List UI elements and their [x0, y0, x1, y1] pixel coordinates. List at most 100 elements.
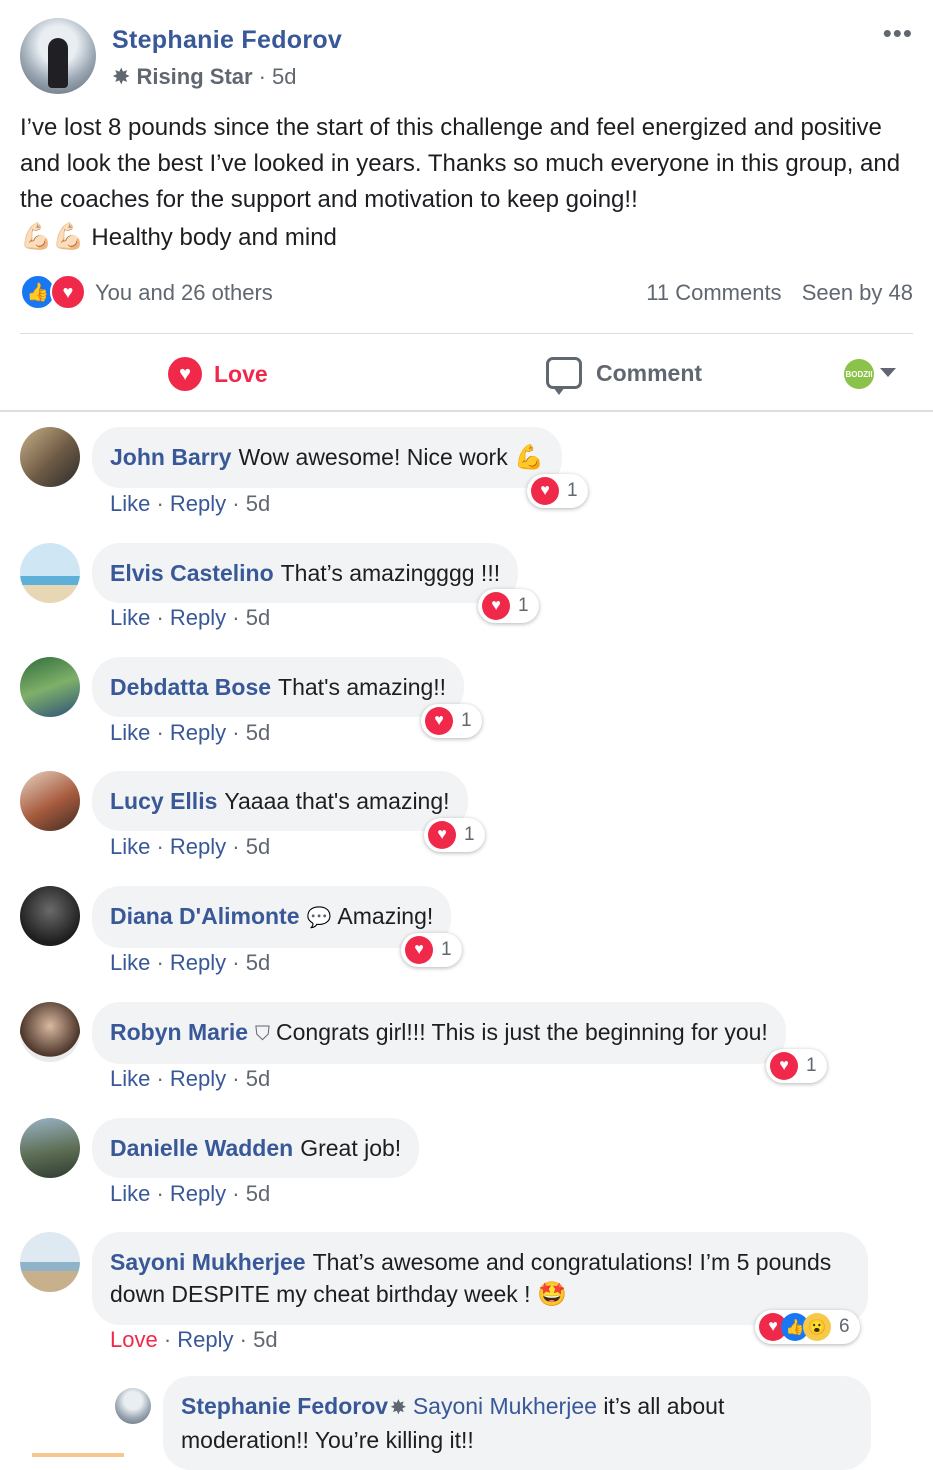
commenter-name[interactable]: Lucy Ellis: [110, 788, 217, 814]
wow-reaction-icon: 😮: [803, 1313, 831, 1341]
commenter-avatar[interactable]: [20, 427, 80, 487]
commenter-name[interactable]: John Barry: [110, 444, 231, 470]
comment-reactions[interactable]: ♥ 1: [527, 474, 588, 508]
comment-time[interactable]: 5d: [246, 950, 270, 975]
like-link[interactable]: Like: [110, 834, 150, 859]
comment-meta: Love · Reply · 5d: [110, 1327, 278, 1352]
love-reaction-icon: ♥: [428, 821, 456, 849]
commenter-avatar[interactable]: [20, 1232, 80, 1292]
reply-link[interactable]: Reply: [170, 950, 226, 975]
comment-reactions[interactable]: ♥ 1: [424, 818, 485, 852]
love-label: Love: [214, 360, 268, 387]
commenter-avatar[interactable]: [20, 543, 80, 603]
comment-reactions[interactable]: ♥ 1: [766, 1049, 827, 1083]
commenter-avatar[interactable]: [20, 657, 80, 717]
post-time[interactable]: · 5d: [259, 64, 297, 90]
comment-bubble: John Barry Wow awesome! Nice work 💪: [92, 427, 562, 488]
reaction-count: 1: [461, 710, 472, 731]
commenter-name[interactable]: Debdatta Bose: [110, 674, 271, 700]
post-text-tail: Healthy body and mind: [91, 224, 337, 251]
like-link[interactable]: Like: [110, 491, 150, 516]
chevron-down-icon[interactable]: [880, 368, 896, 377]
reply-link[interactable]: Reply: [170, 720, 226, 745]
post-stats: 11 Comments Seen by 48: [646, 280, 913, 306]
comments-count[interactable]: 11 Comments: [646, 280, 781, 305]
love-reaction-icon: ♥: [405, 936, 433, 964]
author-avatar[interactable]: [20, 18, 96, 94]
reactions-bar: 👍 ♥ You and 26 others 11 Comments Seen b…: [20, 274, 913, 314]
like-link[interactable]: Like: [110, 720, 150, 745]
comment-meta: Like · Reply · 5d: [110, 950, 271, 975]
comment-bubble: Debdatta Bose That's amazing!!: [92, 657, 465, 717]
reaction-count: 6: [839, 1316, 850, 1337]
seen-by[interactable]: Seen by 48: [802, 280, 913, 305]
like-link[interactable]: Like: [110, 950, 150, 975]
reaction-icons[interactable]: 👍 ♥: [20, 274, 86, 310]
commenter-avatar[interactable]: [20, 1118, 80, 1178]
love-reaction-icon: ♥: [482, 592, 510, 620]
comment-time[interactable]: 5d: [246, 491, 270, 516]
commenter-avatar[interactable]: [20, 886, 80, 946]
member-badge[interactable]: Rising Star: [136, 64, 252, 90]
comment-time[interactable]: 5d: [246, 720, 270, 745]
love-reaction-icon: ♥: [50, 274, 86, 310]
comment-text: Great job!: [300, 1135, 402, 1161]
like-link[interactable]: Like: [110, 605, 150, 630]
reply-link[interactable]: Reply: [177, 1327, 233, 1352]
mention-link[interactable]: Sayoni Mukherjee: [413, 1393, 597, 1419]
comment-text: Congrats girl!!! This is just the beginn…: [276, 1019, 768, 1045]
commenter-name[interactable]: Danielle Wadden: [110, 1135, 293, 1161]
post-text: I’ve lost 8 pounds since the start of th…: [20, 114, 901, 213]
comment-time[interactable]: 5d: [253, 1327, 277, 1352]
commenter-name[interactable]: Diana D'Alimonte: [110, 903, 300, 929]
author-name[interactable]: Stephanie Fedorov: [112, 26, 342, 55]
reaction-count: 1: [567, 480, 578, 501]
divider: [0, 410, 933, 412]
commenter-avatar[interactable]: [20, 1002, 80, 1062]
like-link[interactable]: Like: [110, 1066, 150, 1091]
love-button[interactable]: ♥ Love: [168, 357, 268, 391]
flexed-biceps-emoji: 💪🏻💪🏻: [20, 221, 85, 251]
reaction-count: 1: [464, 824, 475, 845]
comment-time[interactable]: 5d: [246, 1181, 270, 1206]
comment-meta: Like · Reply · 5d: [110, 605, 271, 630]
love-link[interactable]: Love: [110, 1327, 158, 1352]
comment-text: Wow awesome! Nice work: [238, 444, 508, 470]
comment-reactions[interactable]: ♥ 👍 😮 6: [755, 1310, 860, 1344]
comment-reactions[interactable]: ♥ 1: [421, 704, 482, 738]
reply-link[interactable]: Reply: [170, 491, 226, 516]
comment-bubble: Danielle Wadden Great job!: [92, 1118, 420, 1178]
reply-bubble: Stephanie Fedorov ✸ Sayoni Mukherjee it’s …: [163, 1376, 871, 1470]
star-struck-emoji: 🤩: [536, 1281, 567, 1308]
comment-meta: Like · Reply · 5d: [110, 720, 271, 745]
comment-meta: Like · Reply · 5d: [110, 1181, 271, 1206]
replier-name[interactable]: Stephanie Fedorov: [181, 1393, 388, 1419]
commenter-name[interactable]: Robyn Marie: [110, 1019, 248, 1045]
more-options-icon[interactable]: •••: [883, 18, 913, 49]
reply-link[interactable]: Reply: [170, 605, 226, 630]
scroll-indicator: [32, 1453, 124, 1457]
reply-link[interactable]: Reply: [170, 834, 226, 859]
commenter-avatar[interactable]: [20, 771, 80, 831]
admin-shield-icon: ⛉: [255, 1023, 271, 1045]
reply-link[interactable]: Reply: [170, 1066, 226, 1091]
divider: [20, 333, 913, 334]
reactions-summary[interactable]: You and 26 others: [95, 280, 273, 306]
like-link[interactable]: Like: [110, 1181, 150, 1206]
comment-bubble: Elvis Castelino That’s amazingggg !!!: [92, 543, 519, 603]
commenter-name[interactable]: Elvis Castelino: [110, 560, 274, 586]
replier-avatar[interactable]: [115, 1388, 151, 1424]
comment-reactions[interactable]: ♥ 1: [478, 589, 539, 623]
comment-text: Yaaaa that's amazing!: [224, 788, 450, 814]
comment-time[interactable]: 5d: [246, 834, 270, 859]
comment-time[interactable]: 5d: [246, 605, 270, 630]
comment-time[interactable]: 5d: [246, 1066, 270, 1091]
reply-link[interactable]: Reply: [170, 1181, 226, 1206]
comment-reactions[interactable]: ♥ 1: [401, 933, 462, 967]
love-reaction-icon: ♥: [425, 707, 453, 735]
page-avatar[interactable]: BODZII: [844, 359, 874, 389]
commenter-name[interactable]: Sayoni Mukherjee: [110, 1249, 306, 1275]
comment-bubble: Lucy Ellis Yaaaa that's amazing!: [92, 771, 468, 831]
comment-button[interactable]: Comment: [546, 357, 933, 395]
comment-text: That's amazing!!: [278, 674, 447, 700]
